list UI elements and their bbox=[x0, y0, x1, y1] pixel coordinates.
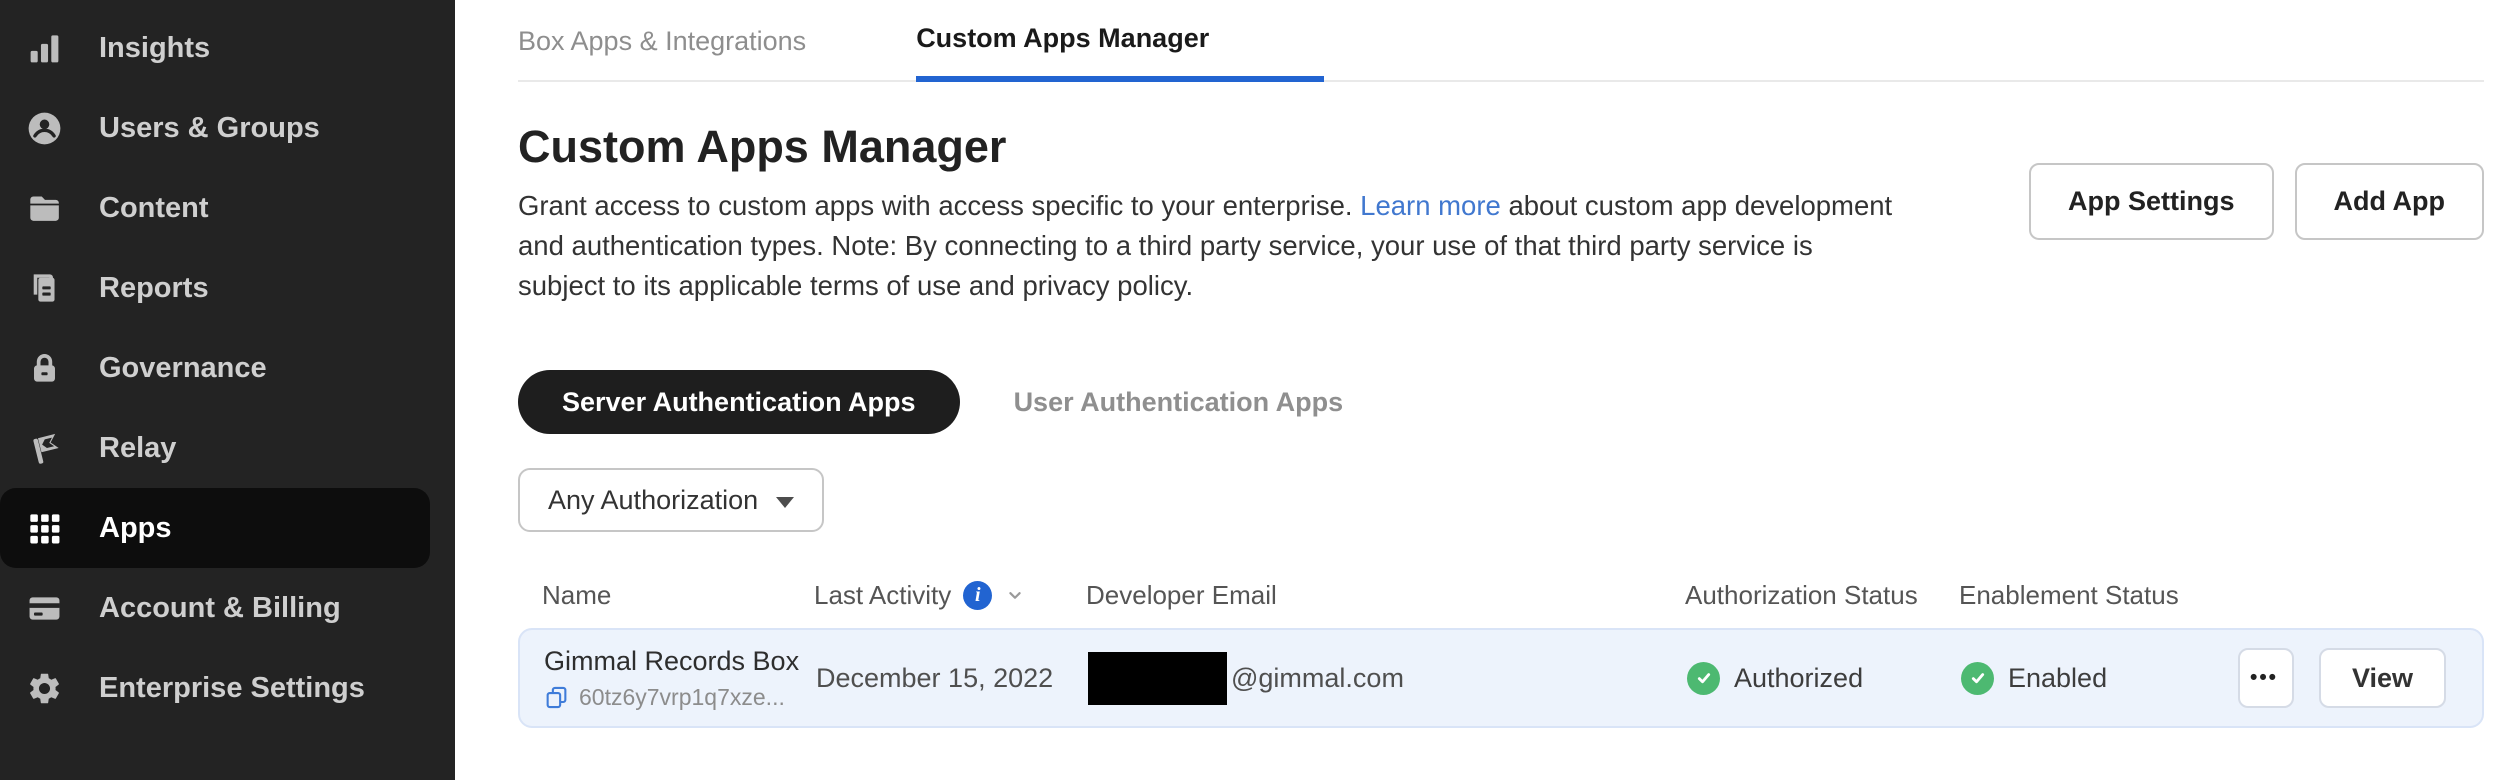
page-title: Custom Apps Manager bbox=[518, 120, 1892, 174]
learn-more-link[interactable]: Learn more bbox=[1360, 190, 1501, 221]
gear-icon bbox=[26, 670, 63, 707]
sidebar-item-insights[interactable]: Insights bbox=[0, 8, 455, 88]
sidebar: Insights Users & Groups Content bbox=[0, 0, 455, 780]
sidebar-item-relay[interactable]: Relay bbox=[0, 408, 455, 488]
redacted-email-box bbox=[1088, 652, 1227, 705]
lock-icon bbox=[26, 350, 63, 387]
app-id-row: 60tz6y7vrp1q7xze... bbox=[544, 684, 816, 711]
sidebar-item-label: Insights bbox=[99, 32, 210, 65]
users-icon bbox=[26, 110, 63, 147]
tab-box-apps-integrations[interactable]: Box Apps & Integrations bbox=[518, 0, 806, 82]
email-domain: @gimmal.com bbox=[1231, 663, 1404, 694]
column-header-last-activity: Last Activity i bbox=[814, 580, 1086, 611]
sidebar-item-reports[interactable]: Reports bbox=[0, 248, 455, 328]
sidebar-item-label: Governance bbox=[99, 352, 267, 385]
column-header-authorization-status: Authorization Status bbox=[1685, 580, 1959, 611]
page-header-text: Custom Apps Manager Grant access to cust… bbox=[518, 120, 1892, 306]
check-circle-icon bbox=[1961, 662, 1994, 695]
status-badge: Enabled bbox=[2008, 663, 2107, 694]
sidebar-item-label: Account & Billing bbox=[99, 592, 341, 625]
auth-type-tabs: Server Authentication Apps User Authenti… bbox=[518, 370, 2484, 434]
cell-authorization-status: Authorized bbox=[1687, 662, 1961, 695]
cell-actions: ••• View bbox=[2238, 648, 2446, 708]
sidebar-item-label: Users & Groups bbox=[99, 112, 320, 145]
check-circle-icon bbox=[1687, 662, 1720, 695]
sidebar-item-users-groups[interactable]: Users & Groups bbox=[0, 88, 455, 168]
column-header-name: Name bbox=[542, 580, 814, 611]
bar-chart-icon bbox=[26, 30, 63, 67]
info-icon[interactable]: i bbox=[963, 581, 992, 610]
copy-icon[interactable] bbox=[544, 685, 569, 710]
sort-chevron-down-icon[interactable] bbox=[1004, 584, 1026, 606]
folder-icon bbox=[26, 190, 63, 227]
filter-row: Any Authorization bbox=[518, 468, 2484, 532]
app-window: Insights Users & Groups Content bbox=[0, 0, 2504, 780]
top-tabbar: Box Apps & Integrations Custom Apps Mana… bbox=[518, 0, 2484, 82]
page-actions: App Settings Add App bbox=[2029, 163, 2484, 306]
column-header-developer-email: Developer Email bbox=[1086, 580, 1685, 611]
sidebar-item-label: Content bbox=[99, 192, 209, 225]
sidebar-item-label: Relay bbox=[99, 432, 176, 465]
app-id-value: 60tz6y7vrp1q7xze... bbox=[579, 684, 785, 711]
more-actions-button[interactable]: ••• bbox=[2238, 648, 2294, 708]
table-row: Gimmal Records Box 60tz6y7vrp1q7xze... D… bbox=[518, 628, 2484, 728]
sidebar-item-governance[interactable]: Governance bbox=[0, 328, 455, 408]
chevron-down-icon bbox=[776, 497, 794, 508]
page-header: Custom Apps Manager Grant access to cust… bbox=[518, 120, 2484, 306]
add-app-button[interactable]: Add App bbox=[2295, 163, 2484, 240]
authorization-filter-dropdown[interactable]: Any Authorization bbox=[518, 468, 824, 532]
reports-icon bbox=[26, 270, 63, 307]
sidebar-item-label: Apps bbox=[99, 512, 172, 545]
flag-icon bbox=[26, 430, 63, 467]
cell-enablement-status: Enabled bbox=[1961, 662, 2238, 695]
cell-name: Gimmal Records Box 60tz6y7vrp1q7xze... bbox=[544, 646, 816, 711]
sidebar-item-label: Enterprise Settings bbox=[99, 672, 365, 705]
sidebar-item-account-billing[interactable]: Account & Billing bbox=[0, 568, 455, 648]
sidebar-item-apps[interactable]: Apps bbox=[0, 488, 430, 568]
authorization-filter-value: Any Authorization bbox=[548, 485, 758, 516]
cell-last-activity: December 15, 2022 bbox=[816, 663, 1088, 694]
table-header: Name Last Activity i Developer Email Aut… bbox=[518, 575, 2484, 615]
page-description: Grant access to custom apps with access … bbox=[518, 186, 1892, 306]
tab-user-authentication-apps[interactable]: User Authentication Apps bbox=[1014, 387, 1344, 418]
cell-developer-email: @gimmal.com bbox=[1088, 652, 1687, 705]
column-header-enablement-status: Enablement Status bbox=[1959, 580, 2448, 611]
status-badge: Authorized bbox=[1734, 663, 1863, 694]
app-settings-button[interactable]: App Settings bbox=[2029, 163, 2274, 240]
tab-server-authentication-apps[interactable]: Server Authentication Apps bbox=[518, 370, 960, 434]
main-content: Box Apps & Integrations Custom Apps Mana… bbox=[455, 0, 2504, 780]
sidebar-item-label: Reports bbox=[99, 272, 209, 305]
sidebar-item-content[interactable]: Content bbox=[0, 168, 455, 248]
tab-custom-apps-manager[interactable]: Custom Apps Manager bbox=[916, 0, 1324, 82]
sidebar-item-enterprise-settings[interactable]: Enterprise Settings bbox=[0, 648, 455, 728]
view-button[interactable]: View bbox=[2319, 648, 2446, 708]
apps-grid-icon bbox=[26, 510, 63, 547]
app-name: Gimmal Records Box bbox=[544, 646, 816, 677]
credit-card-icon bbox=[26, 590, 63, 627]
